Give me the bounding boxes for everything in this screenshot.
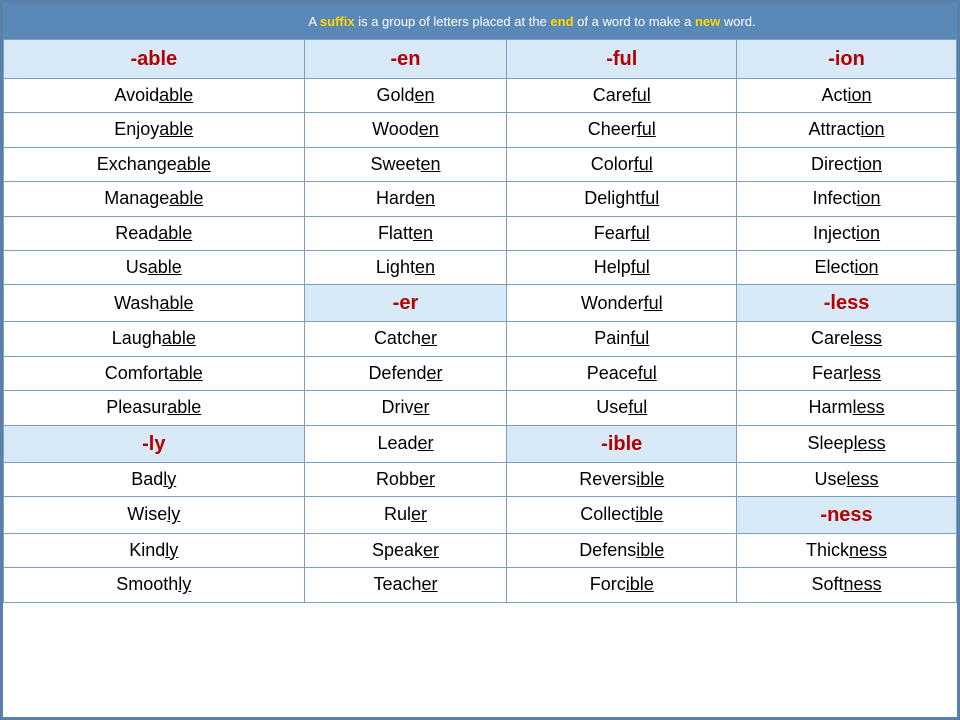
table-cell: Defensible	[507, 533, 737, 567]
table-cell: Fearful	[507, 216, 737, 250]
table-cell: -ly	[4, 425, 305, 462]
table-cell: Painful	[507, 322, 737, 356]
table-row: -lyLeader-ibleSleepless	[4, 425, 957, 462]
table-cell: Delightful	[507, 182, 737, 216]
table-cell: Catcher	[304, 322, 507, 356]
table-cell: -ible	[507, 425, 737, 462]
table-row: ManageableHardenDelightfulInfection	[4, 182, 957, 216]
table-cell: Infection	[737, 182, 957, 216]
table-cell: Comfortable	[4, 356, 305, 390]
table-cell: -er	[304, 285, 507, 322]
table-cell: Leader	[304, 425, 507, 462]
table-cell: Wonderful	[507, 285, 737, 322]
table-cell: Ruler	[304, 496, 507, 533]
table-cell: Enjoyable	[4, 113, 305, 147]
table-row: LaughableCatcherPainfulCareless	[4, 322, 957, 356]
table-cell: Exchangeable	[4, 147, 305, 181]
col-ion: -ion	[737, 40, 957, 79]
table-cell: Election	[737, 250, 957, 284]
table-cell: Careless	[737, 322, 957, 356]
table-row: ExchangeableSweetenColorfulDirection	[4, 147, 957, 181]
table-cell: Readable	[4, 216, 305, 250]
table-cell: Sleepless	[737, 425, 957, 462]
table-cell: Reversible	[507, 462, 737, 496]
table-row: KindlySpeakerDefensibleThickness	[4, 533, 957, 567]
table-cell: Avoidable	[4, 79, 305, 113]
table-body: AvoidableGoldenCarefulActionEnjoyableWoo…	[4, 79, 957, 603]
col-able: -able	[4, 40, 305, 79]
table-cell: Smoothly	[4, 568, 305, 602]
table-cell: -ness	[737, 496, 957, 533]
header-center: A suffix is a group of letters placed at…	[139, 13, 925, 31]
table-row: UsableLightenHelpfulElection	[4, 250, 957, 284]
table-cell: Direction	[737, 147, 957, 181]
table-cell: Forcible	[507, 568, 737, 602]
table-cell: Robber	[304, 462, 507, 496]
page-wrapper: A suffix is a group of letters placed at…	[0, 0, 960, 720]
table-cell: Badly	[4, 462, 305, 496]
table-cell: Defender	[304, 356, 507, 390]
table-cell: Teacher	[304, 568, 507, 602]
table-wrapper: -able -en -ful -ion AvoidableGoldenCaref…	[3, 39, 957, 603]
table-row: AvoidableGoldenCarefulAction	[4, 79, 957, 113]
table-cell: Harden	[304, 182, 507, 216]
column-header-row: -able -en -ful -ion	[4, 40, 957, 79]
header: A suffix is a group of letters placed at…	[3, 3, 957, 39]
table-cell: Usable	[4, 250, 305, 284]
table-cell: Peaceful	[507, 356, 737, 390]
table-cell: Useful	[507, 391, 737, 425]
header-subtitle: A suffix is a group of letters placed at…	[308, 14, 755, 29]
table-row: Washable-erWonderful-less	[4, 285, 957, 322]
col-en: -en	[304, 40, 507, 79]
table-row: ComfortableDefenderPeacefulFearless	[4, 356, 957, 390]
table-cell: -less	[737, 285, 957, 322]
table-cell: Useless	[737, 462, 957, 496]
table-row: PleasurableDriverUsefulHarmless	[4, 391, 957, 425]
table-cell: Attraction	[737, 113, 957, 147]
table-cell: Harmless	[737, 391, 957, 425]
table-cell: Washable	[4, 285, 305, 322]
table-row: EnjoyableWoodenCheerfulAttraction	[4, 113, 957, 147]
table-cell: Injection	[737, 216, 957, 250]
table-row: ReadableFlattenFearfulInjection	[4, 216, 957, 250]
table-cell: Thickness	[737, 533, 957, 567]
table-row: BadlyRobberReversibleUseless	[4, 462, 957, 496]
table-cell: Kindly	[4, 533, 305, 567]
table-cell: Collectible	[507, 496, 737, 533]
table-cell: Wooden	[304, 113, 507, 147]
table-cell: Helpful	[507, 250, 737, 284]
col-ful: -ful	[507, 40, 737, 79]
table-cell: Pleasurable	[4, 391, 305, 425]
table-row: SmoothlyTeacherForcibleSoftness	[4, 568, 957, 602]
table-cell: Flatten	[304, 216, 507, 250]
table-cell: Driver	[304, 391, 507, 425]
table-cell: Speaker	[304, 533, 507, 567]
table-cell: Lighten	[304, 250, 507, 284]
table-cell: Softness	[737, 568, 957, 602]
table-cell: Careful	[507, 79, 737, 113]
table-cell: Sweeten	[304, 147, 507, 181]
suffix-table: -able -en -ful -ion AvoidableGoldenCaref…	[3, 39, 957, 603]
table-cell: Manageable	[4, 182, 305, 216]
table-cell: Colorful	[507, 147, 737, 181]
table-cell: Wisely	[4, 496, 305, 533]
table-cell: Golden	[304, 79, 507, 113]
table-row: WiselyRulerCollectible-ness	[4, 496, 957, 533]
table-cell: Cheerful	[507, 113, 737, 147]
table-cell: Fearless	[737, 356, 957, 390]
table-cell: Action	[737, 79, 957, 113]
table-cell: Laughable	[4, 322, 305, 356]
